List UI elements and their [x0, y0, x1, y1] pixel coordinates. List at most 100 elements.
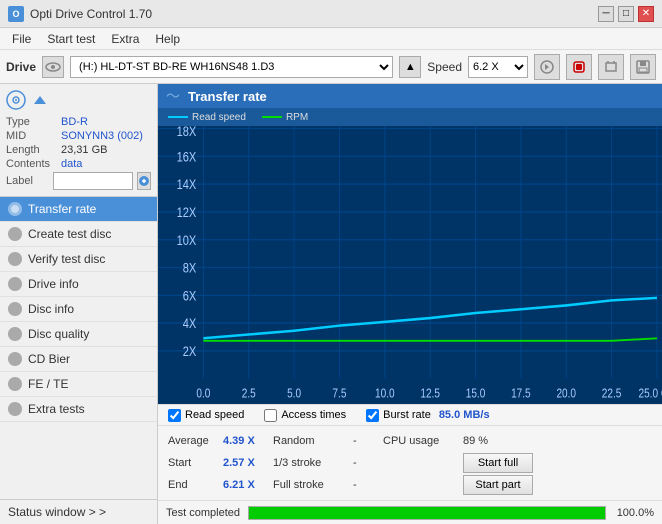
transfer-rate-icon	[8, 202, 22, 216]
nav-verify-test-disc[interactable]: Verify test disc	[0, 247, 157, 272]
nav-list: Transfer rate Create test disc Verify te…	[0, 197, 157, 499]
legend-rpm-label: RPM	[286, 112, 308, 123]
content-area: 〜 Transfer rate Read speed RPM	[158, 84, 662, 524]
nav-disc-quality-label: Disc quality	[28, 327, 89, 341]
extra-tests-icon	[8, 402, 22, 416]
create-test-disc-icon	[8, 227, 22, 241]
label-button[interactable]	[137, 172, 151, 190]
nav-create-test-disc[interactable]: Create test disc	[0, 222, 157, 247]
verify-test-disc-icon	[8, 252, 22, 266]
end-value: 6.21 X	[223, 479, 273, 491]
title-bar: O Opti Drive Control 1.70 ─ □ ✕	[0, 0, 662, 28]
chart-svg: 2X 4X 6X 8X 10X 12X 14X 16X 18X 0.0 2.5 …	[158, 126, 662, 404]
maximize-button[interactable]: □	[618, 6, 634, 22]
burst-rate-checkbox-label: Burst rate	[383, 409, 431, 421]
label-input[interactable]	[53, 172, 133, 190]
drive-select[interactable]: (H:) HL-DT-ST BD-RE WH16NS48 1.D3	[70, 56, 393, 78]
type-label: Type	[6, 116, 61, 128]
end-label: End	[168, 479, 223, 491]
svg-text:22.5: 22.5	[602, 388, 622, 401]
app-icon: O	[8, 6, 24, 22]
svg-text:18X: 18X	[177, 126, 197, 139]
menu-extra[interactable]: Extra	[103, 30, 147, 48]
nav-disc-info-label: Disc info	[28, 302, 74, 316]
label-label: Label	[6, 175, 49, 187]
access-times-checkbox[interactable]	[264, 409, 277, 422]
start-value: 2.57 X	[223, 457, 273, 469]
burst-rate-checkbox-item: Burst rate 85.0 MB/s	[366, 409, 489, 422]
menu-help[interactable]: Help	[147, 30, 188, 48]
speed-label: Speed	[427, 60, 462, 74]
menu-start-test[interactable]: Start test	[39, 30, 103, 48]
status-window-label: Status window > >	[8, 505, 106, 519]
save-button[interactable]	[630, 54, 656, 80]
nav-verify-test-disc-label: Verify test disc	[28, 252, 105, 266]
svg-text:2X: 2X	[183, 344, 197, 359]
stroke13-value: -	[353, 457, 383, 469]
svg-text:7.5: 7.5	[332, 388, 346, 401]
speed-select[interactable]: 6.2 X	[468, 56, 528, 78]
nav-disc-quality[interactable]: Disc quality	[0, 322, 157, 347]
average-row: Average 4.39 X Random - CPU usage 89 %	[168, 430, 652, 452]
disc-label-row: Label	[6, 172, 151, 190]
average-value: 4.39 X	[223, 435, 273, 447]
close-button[interactable]: ✕	[638, 6, 654, 22]
nav-drive-info-label: Drive info	[28, 277, 79, 291]
disc-mid-row: MID SONYNN3 (002)	[6, 130, 151, 142]
drive-icon	[42, 56, 64, 78]
status-window-button[interactable]: Status window > >	[0, 499, 157, 524]
nav-cd-bier[interactable]: CD Bier	[0, 347, 157, 372]
disc-type-row: Type BD-R	[6, 116, 151, 128]
legend-rpm: RPM	[262, 112, 308, 123]
nav-extra-tests[interactable]: Extra tests	[0, 397, 157, 422]
nav-transfer-rate[interactable]: Transfer rate	[0, 197, 157, 222]
status-text: Test completed	[166, 507, 240, 519]
nav-disc-info[interactable]: Disc info	[0, 297, 157, 322]
chart-area: 2X 4X 6X 8X 10X 12X 14X 16X 18X 0.0 2.5 …	[158, 126, 662, 404]
action-btn-1[interactable]	[534, 54, 560, 80]
svg-text:15.0: 15.0	[466, 388, 486, 401]
action-btn-2[interactable]	[566, 54, 592, 80]
read-speed-checkbox[interactable]	[168, 409, 181, 422]
nav-fe-te[interactable]: FE / TE	[0, 372, 157, 397]
eject-button[interactable]: ▲	[399, 56, 421, 78]
contents-value: data	[61, 158, 82, 170]
svg-text:4X: 4X	[183, 316, 197, 331]
burst-rate-checkbox[interactable]	[366, 409, 379, 422]
length-value: 23,31 GB	[61, 144, 107, 156]
stats-area: Average 4.39 X Random - CPU usage 89 % S…	[158, 426, 662, 500]
cpu-usage-label: CPU usage	[383, 435, 463, 447]
random-value: -	[353, 435, 383, 447]
contents-label: Contents	[6, 158, 61, 170]
disc-info-panel: Type BD-R MID SONYNN3 (002) Length 23,31…	[0, 84, 157, 197]
svg-text:6X: 6X	[183, 288, 197, 303]
menu-file[interactable]: File	[4, 30, 39, 48]
progress-percentage: 100.0%	[614, 507, 654, 519]
start-full-button[interactable]: Start full	[463, 453, 533, 473]
nav-extra-tests-label: Extra tests	[28, 402, 85, 416]
disc-svg-icon	[6, 90, 26, 110]
mid-label: MID	[6, 130, 61, 142]
window-controls: ─ □ ✕	[598, 6, 654, 22]
legend-read-speed: Read speed	[168, 112, 246, 123]
drive-bar: Drive (H:) HL-DT-ST BD-RE WH16NS48 1.D3 …	[0, 50, 662, 84]
read-speed-checkbox-label: Read speed	[185, 409, 244, 421]
read-speed-color	[168, 116, 188, 118]
sidebar: Type BD-R MID SONYNN3 (002) Length 23,31…	[0, 84, 158, 524]
chart-legend: Read speed RPM	[158, 108, 662, 126]
action-btn-3[interactable]	[598, 54, 624, 80]
disc-quality-icon	[8, 327, 22, 341]
cd-bier-icon	[8, 352, 22, 366]
disc-arrow-icon	[30, 90, 50, 110]
average-label: Average	[168, 435, 223, 447]
stroke13-label: 1/3 stroke	[273, 457, 353, 469]
svg-text:12.5: 12.5	[420, 388, 440, 401]
full-stroke-value: -	[353, 479, 383, 491]
svg-text:2.5: 2.5	[242, 388, 256, 401]
menu-bar: File Start test Extra Help	[0, 28, 662, 50]
nav-fe-te-label: FE / TE	[28, 377, 68, 391]
start-part-button[interactable]: Start part	[463, 475, 533, 495]
nav-drive-info[interactable]: Drive info	[0, 272, 157, 297]
progress-bar-container	[248, 506, 606, 520]
minimize-button[interactable]: ─	[598, 6, 614, 22]
